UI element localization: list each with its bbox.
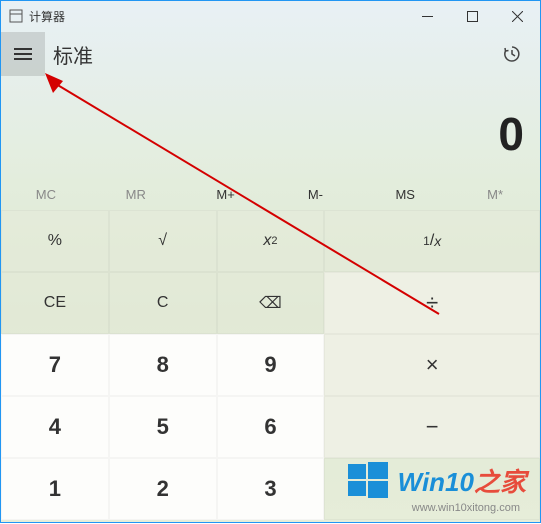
reciprocal-button[interactable]: 1/x: [324, 210, 540, 272]
memory-plus-button[interactable]: M+: [181, 179, 271, 210]
calculator-window: 计算器 标准 0 MC MR M+ M- MS M* % √ x2 1/x C: [0, 0, 541, 523]
divide-button[interactable]: ÷: [324, 272, 540, 334]
close-button[interactable]: [495, 1, 540, 31]
recip-den: x: [434, 233, 441, 249]
digit-5-button[interactable]: 5: [109, 396, 217, 458]
backspace-button[interactable]: ⌫: [217, 272, 325, 334]
history-button[interactable]: [494, 36, 530, 72]
titlebar: 计算器: [1, 1, 540, 31]
digit-7-button[interactable]: 7: [1, 334, 109, 396]
memory-clear-button[interactable]: MC: [1, 179, 91, 210]
hamburger-icon: [14, 48, 32, 60]
menu-button[interactable]: [1, 32, 45, 76]
digit-4-button[interactable]: 4: [1, 396, 109, 458]
watermark: Win10之家: [346, 458, 526, 502]
multiply-button[interactable]: ×: [324, 334, 540, 396]
history-icon: [502, 44, 522, 64]
digit-6-button[interactable]: 6: [217, 396, 325, 458]
memory-recall-button[interactable]: MR: [91, 179, 181, 210]
square-button[interactable]: x2: [217, 210, 325, 272]
square-base: x: [263, 232, 271, 250]
maximize-button[interactable]: [450, 1, 495, 31]
app-icon: [9, 9, 23, 23]
mode-label: 标准: [53, 40, 93, 69]
memory-row: MC MR M+ M- MS M*: [1, 179, 540, 210]
recip-num: 1: [423, 234, 430, 248]
windows-logo-icon: [346, 458, 390, 502]
result-display: 0: [1, 77, 540, 179]
digit-8-button[interactable]: 8: [109, 334, 217, 396]
sqrt-button[interactable]: √: [109, 210, 217, 272]
memory-list-button[interactable]: M*: [450, 179, 540, 210]
digit-2-button[interactable]: 2: [109, 458, 217, 520]
digit-1-button[interactable]: 1: [1, 458, 109, 520]
watermark-url: www.win10xitong.com: [412, 502, 520, 514]
percent-button[interactable]: %: [1, 210, 109, 272]
digit-3-button[interactable]: 3: [217, 458, 325, 520]
square-exp: 2: [271, 235, 277, 247]
clear-entry-button[interactable]: CE: [1, 272, 109, 334]
header-row: 标准: [1, 31, 540, 77]
memory-store-button[interactable]: MS: [360, 179, 450, 210]
app-title: 计算器: [29, 8, 65, 25]
digit-9-button[interactable]: 9: [217, 334, 325, 396]
watermark-text: Win10之家: [398, 462, 526, 499]
minus-button[interactable]: −: [324, 396, 540, 458]
clear-button[interactable]: C: [109, 272, 217, 334]
memory-minus-button[interactable]: M-: [270, 179, 360, 210]
minimize-button[interactable]: [405, 1, 450, 31]
